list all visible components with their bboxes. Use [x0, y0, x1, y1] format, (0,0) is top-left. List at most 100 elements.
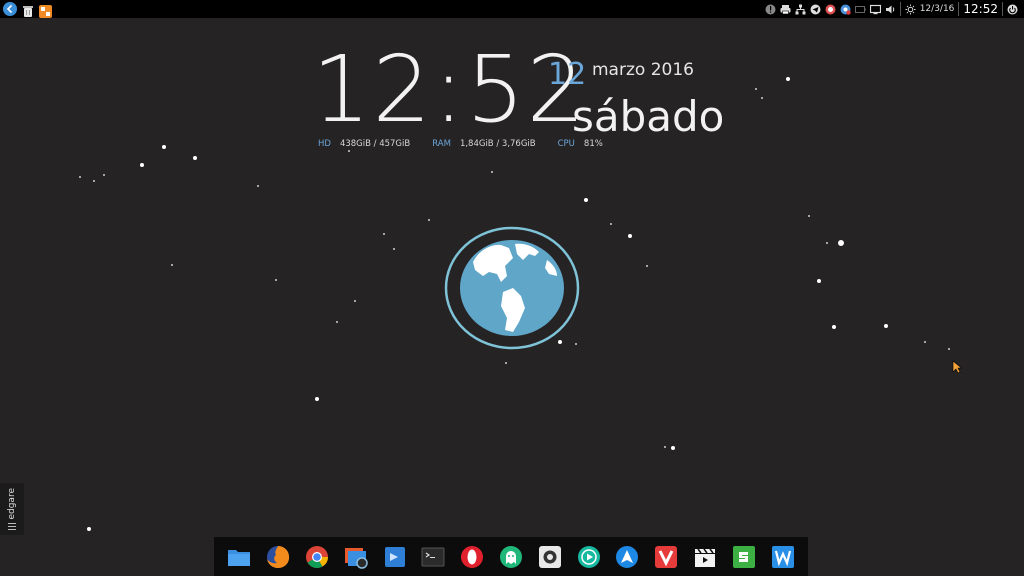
record-icon[interactable] — [825, 4, 836, 15]
ram-label: RAM — [432, 139, 451, 149]
star — [87, 527, 91, 531]
info-icon[interactable] — [765, 4, 776, 15]
side-panel-label: edgare — [7, 488, 17, 520]
dock-item-writer[interactable] — [770, 544, 796, 570]
star — [838, 240, 844, 246]
star — [393, 248, 395, 250]
clapperboard-icon — [694, 548, 715, 567]
trash-icon — [23, 5, 33, 17]
folder-icon — [228, 549, 251, 566]
vivaldi-icon — [655, 545, 678, 568]
desktop-clock-day: 12 — [548, 57, 587, 92]
hd-label: HD — [318, 139, 331, 149]
cpu-label: CPU — [557, 139, 575, 149]
cpu-value: 81% — [583, 139, 603, 149]
panel-separator — [899, 2, 901, 16]
ram-value: 1,84GiB / 3,76GiB — [459, 139, 536, 149]
star — [610, 223, 612, 225]
star — [162, 145, 166, 149]
star — [171, 264, 173, 266]
system-stats: HD 438GiB / 457GiB RAM 1,84GiB / 3,76GiB… — [318, 139, 625, 149]
dock-item-spreadsheet[interactable] — [731, 544, 757, 570]
dock-item-ghost[interactable] — [498, 544, 524, 570]
terminal-icon — [421, 547, 445, 566]
star — [826, 242, 828, 244]
star — [664, 446, 666, 448]
ghost-icon — [499, 545, 522, 568]
star — [884, 324, 888, 328]
star — [491, 171, 493, 173]
panel-clock[interactable]: 12:52 — [963, 2, 998, 16]
side-panel-tab[interactable]: edgare — [0, 483, 24, 535]
star — [817, 279, 821, 283]
star — [193, 156, 197, 160]
top-panel: 12/3/16 12:52 — [0, 0, 1024, 18]
chrome-icon — [305, 545, 328, 568]
dock-item-chrome[interactable] — [304, 544, 330, 570]
printer-icon[interactable] — [780, 4, 791, 15]
dock-item-mail[interactable] — [382, 544, 408, 570]
star — [93, 180, 95, 182]
battery-icon[interactable] — [854, 4, 866, 15]
star — [832, 325, 836, 329]
weather-icon[interactable] — [905, 4, 916, 15]
hd-value: 438GiB / 457GiB — [339, 139, 411, 149]
star — [628, 234, 632, 238]
star — [140, 163, 144, 167]
dock-item-media-player[interactable] — [576, 544, 602, 570]
firefox-icon — [267, 545, 290, 568]
writer-icon — [771, 545, 794, 568]
panel-app-button[interactable] — [39, 3, 52, 18]
desktop-clock-month-year: marzo 2016 — [592, 60, 694, 80]
star — [646, 265, 648, 267]
display-icon[interactable] — [869, 4, 881, 15]
telegram-icon[interactable] — [810, 4, 821, 15]
star — [103, 174, 105, 176]
star — [505, 362, 507, 364]
star — [948, 348, 950, 350]
dock-item-image-viewer[interactable] — [343, 544, 369, 570]
star — [348, 150, 350, 152]
star — [315, 397, 319, 401]
settings-icon — [538, 545, 561, 568]
dock-item-files[interactable] — [226, 544, 252, 570]
volume-icon[interactable] — [885, 4, 896, 15]
network-icon[interactable] — [795, 4, 806, 15]
star — [786, 77, 790, 81]
dock-item-video-editor[interactable] — [692, 544, 718, 570]
star — [428, 219, 430, 221]
star — [584, 198, 588, 202]
star — [755, 88, 757, 90]
star — [275, 279, 277, 281]
dock-item-firefox[interactable] — [265, 544, 291, 570]
panel-date[interactable]: 12/3/16 — [920, 4, 955, 14]
power-icon[interactable] — [1007, 4, 1018, 15]
mail-icon — [384, 546, 405, 567]
mouse-cursor-icon — [952, 360, 962, 374]
star — [671, 446, 675, 450]
play-icon — [577, 545, 600, 568]
chrome-tray-icon[interactable] — [840, 4, 851, 15]
dock-item-settings[interactable] — [537, 544, 563, 570]
spreadsheet-icon — [732, 545, 755, 568]
star — [383, 233, 385, 235]
star — [79, 176, 81, 178]
app-store-icon — [616, 545, 639, 568]
desktop-clock-weekday: sábado — [572, 92, 725, 141]
app-grid-icon — [39, 4, 52, 18]
dock-item-vivaldi[interactable] — [653, 544, 679, 570]
dock — [214, 537, 808, 576]
star — [924, 341, 926, 343]
launcher-icon — [6, 4, 13, 14]
dock-item-app-store[interactable] — [614, 544, 640, 570]
app-launcher-button[interactable] — [3, 2, 17, 16]
panel-separator — [1002, 2, 1003, 16]
dock-item-opera[interactable] — [459, 544, 485, 570]
globe-logo-icon — [444, 226, 580, 350]
dock-item-terminal[interactable] — [420, 544, 446, 570]
trash-panel-button[interactable] — [22, 3, 34, 17]
menu-icon — [8, 523, 16, 530]
opera-icon — [461, 545, 484, 568]
image-viewer-icon — [344, 547, 368, 569]
star — [336, 321, 338, 323]
